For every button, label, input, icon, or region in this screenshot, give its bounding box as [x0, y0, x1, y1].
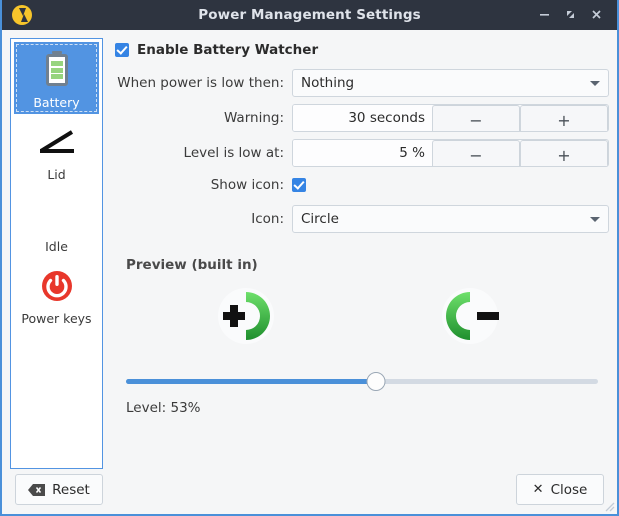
power-management-window: Power Management Settings	[0, 0, 619, 516]
icon-style-value: Circle	[301, 211, 339, 227]
close-icon[interactable]	[590, 8, 603, 21]
warning-value[interactable]: 30 seconds	[293, 105, 432, 131]
warning-decrement-button[interactable]: −	[432, 105, 520, 132]
laptop-lid-icon	[34, 122, 80, 162]
slider-fill	[126, 379, 376, 384]
charging-preview-icon	[217, 287, 275, 345]
icon-style-row: Icon: Circle	[115, 205, 609, 233]
level-readout: Level: 53%	[126, 400, 598, 416]
power-low-action-label: When power is low then:	[115, 75, 292, 91]
sidebar-item-label: Lid	[47, 167, 65, 182]
level-low-decrement-button[interactable]: −	[432, 140, 520, 167]
enable-battery-watcher-label: Enable Battery Watcher	[137, 42, 318, 58]
erase-icon	[28, 484, 45, 496]
plus-sign-icon	[217, 287, 281, 345]
title-bar: Power Management Settings	[2, 0, 617, 30]
level-slider[interactable]	[126, 371, 598, 391]
level-low-label: Level is low at:	[115, 145, 292, 161]
sidebar-item-label: Battery	[33, 95, 79, 110]
power-button-icon	[39, 266, 75, 306]
power-low-action-value: Nothing	[301, 75, 354, 91]
sidebar-item-battery[interactable]: Battery	[14, 42, 99, 114]
window-content: Battery Lid Idle	[2, 30, 617, 465]
reset-button[interactable]: Reset	[15, 474, 103, 505]
sidebar-item-label: Idle	[45, 239, 68, 254]
chevron-down-icon	[590, 81, 600, 86]
dialog-footer: Reset ✕ Close	[2, 465, 617, 514]
discharging-preview-icon	[441, 287, 499, 345]
show-icon-label: Show icon:	[115, 177, 292, 193]
level-low-value[interactable]: 5 %	[293, 140, 432, 166]
preview-icons	[115, 287, 609, 345]
enable-battery-watcher-checkbox[interactable]	[115, 43, 129, 57]
restore-icon[interactable]	[564, 8, 577, 21]
show-icon-checkbox[interactable]	[292, 178, 306, 192]
close-button[interactable]: ✕ Close	[516, 474, 604, 505]
settings-panel: Enable Battery Watcher When power is low…	[103, 38, 609, 465]
sidebar-item-idle[interactable]: Idle	[14, 186, 99, 258]
sidebar-item-power-keys[interactable]: Power keys	[14, 258, 99, 330]
level-low-spinbox[interactable]: 5 % − +	[292, 139, 609, 167]
level-low-row: Level is low at: 5 % − +	[115, 139, 609, 167]
warning-increment-button[interactable]: +	[520, 105, 608, 132]
sidebar-item-lid[interactable]: Lid	[14, 114, 99, 186]
lightning-bolt-icon	[12, 5, 32, 25]
category-sidebar[interactable]: Battery Lid Idle	[10, 38, 103, 469]
resize-grip[interactable]	[603, 500, 615, 512]
minus-sign-icon	[441, 287, 505, 345]
slider-handle[interactable]	[367, 372, 386, 391]
battery-icon	[46, 50, 68, 90]
chevron-down-icon	[590, 217, 600, 222]
warning-spinbox[interactable]: 30 seconds − +	[292, 104, 609, 132]
preview-title: Preview (built in)	[126, 257, 609, 273]
power-low-action-dropdown[interactable]: Nothing	[292, 69, 609, 97]
window-controls	[538, 8, 617, 21]
level-low-increment-button[interactable]: +	[520, 140, 608, 167]
show-icon-row: Show icon:	[115, 174, 609, 196]
reset-button-label: Reset	[52, 482, 90, 498]
window-title: Power Management Settings	[2, 7, 617, 23]
minimize-icon[interactable]	[538, 8, 551, 21]
icon-style-dropdown[interactable]: Circle	[292, 205, 609, 233]
warning-label: Warning:	[115, 110, 292, 126]
x-icon: ✕	[533, 482, 544, 497]
enable-battery-watcher-row: Enable Battery Watcher	[115, 42, 609, 58]
close-button-label: Close	[551, 482, 588, 498]
sidebar-item-label: Power keys	[21, 311, 91, 326]
warning-row: Warning: 30 seconds − +	[115, 104, 609, 132]
icon-style-label: Icon:	[115, 211, 292, 227]
power-low-action-row: When power is low then: Nothing	[115, 69, 609, 97]
